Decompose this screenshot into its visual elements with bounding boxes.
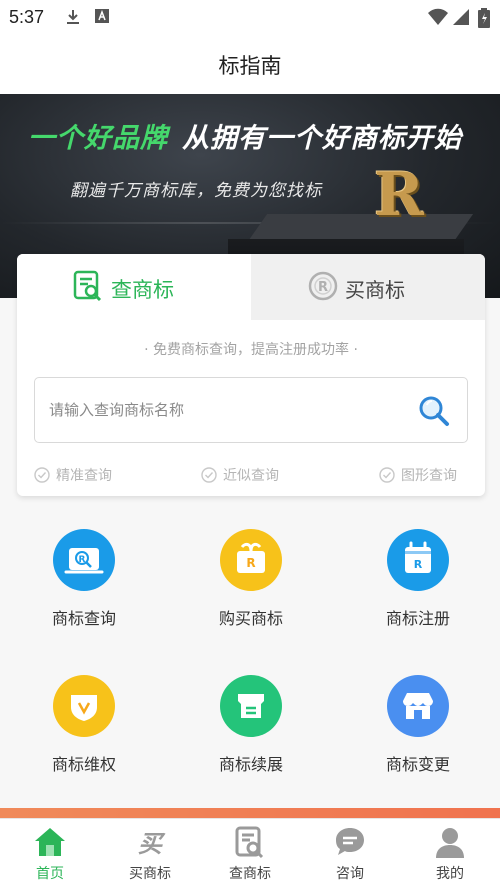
nav-buy-trademark[interactable]: 买 买商标 [100,819,200,888]
trademark-protect-icon [53,675,115,737]
nav-label: 查商标 [229,866,271,882]
buy-trademark-icon: R [220,529,282,591]
home-icon [35,828,65,856]
service-trademark-renew[interactable]: 商标续展 [186,675,316,775]
service-trademark-register[interactable]: R 商标注册 [353,529,483,629]
app-bar: 标指南 [0,34,500,94]
check-circle-icon [34,467,50,483]
font-a-icon [95,9,109,23]
search-box [34,377,468,443]
user-icon [436,828,464,858]
chat-icon [336,828,364,855]
banner-subtitle: 翻遍千万商标库，免费为您找标 [70,181,322,201]
nav-label: 咨询 [336,866,364,882]
nav-home[interactable]: 首页 [0,819,100,888]
nav-consult[interactable]: 咨询 [300,819,400,888]
banner-slogan-green: 一个好品牌 [28,123,168,154]
svg-text:R: R [246,556,255,570]
search-card: 查商标 R 买商标 · 免费商标查询，提高注册成功率 · 精准查询 近似查询 图… [17,254,485,496]
search-icon[interactable] [417,394,451,428]
tab-search-trademark[interactable]: 查商标 [17,254,251,320]
search-tagline: · 免费商标查询，提高注册成功率 · [144,342,358,358]
search-input[interactable] [49,398,409,422]
bottom-nav: 首页 买 买商标 查商标 咨询 我的 [0,818,500,888]
tab-label: 查商标 [111,278,174,302]
nav-profile[interactable]: 我的 [400,819,500,888]
service-label: 商标续展 [218,755,283,774]
service-label: 商标查询 [51,609,116,628]
svg-text:R: R [318,280,328,295]
service-trademark-change[interactable]: 商标变更 [353,675,483,775]
service-trademark-protect[interactable]: 商标维权 [19,675,149,775]
trademark-register-icon: R [387,529,449,591]
trademark-search-icon: R [53,529,115,591]
status-bar: 5:37 [0,0,500,34]
svg-text:买: 买 [138,830,166,858]
bottom-accent-bar [0,808,500,818]
trademark-change-icon [387,675,449,737]
status-time: 5:37 [9,7,45,27]
service-label: 商标维权 [51,755,116,774]
registered-r-logo: R [374,160,424,230]
nav-search-trademark[interactable]: 查商标 [200,819,300,888]
registered-r-icon: R [308,271,338,301]
banner-slogan-white: 从拥有一个好商标开始 [182,123,462,154]
service-buy-trademark[interactable]: R 购买商标 [186,529,316,629]
service-trademark-search[interactable]: R 商标查询 [19,529,149,629]
svg-text:R: R [79,555,86,565]
svg-text:R: R [414,558,423,571]
service-label: 购买商标 [218,609,283,628]
trademark-renew-icon [220,675,282,737]
check-circle-icon [201,467,217,483]
tab-buy-trademark[interactable]: R 买商标 [251,254,485,320]
tab-label: 买商标 [345,278,405,302]
feature-label: 近似查询 [223,468,279,484]
nav-label: 首页 [36,866,64,882]
feature-label: 图形查询 [401,468,457,484]
pedestal-top [248,214,474,240]
check-circle-icon [379,467,395,483]
page-title: 标指南 [218,54,282,78]
feature-precise: 精准查询 [34,465,112,485]
buy-icon: 买 [138,830,166,858]
signal-icon [453,9,469,25]
battery-icon [478,8,490,28]
nav-label: 买商标 [129,866,171,882]
feature-graphic: 图形查询 [379,465,457,485]
search-doc-icon [73,270,102,302]
banner-slogan: 一个好品牌 从拥有一个好商标开始 [28,116,462,155]
feature-similar: 近似查询 [201,465,279,485]
wifi-icon [428,8,448,25]
service-label: 商标变更 [385,755,450,774]
download-icon [67,10,79,24]
nav-label: 我的 [436,866,464,882]
service-label: 商标注册 [385,609,450,628]
feature-label: 精准查询 [56,468,112,484]
search-doc-icon [235,826,264,859]
